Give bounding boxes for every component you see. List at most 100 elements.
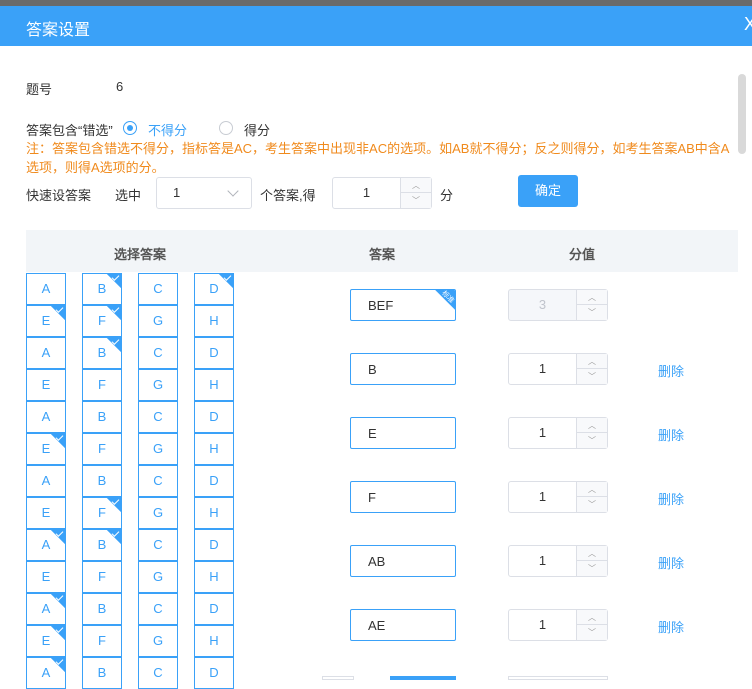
radio-no-score-label[interactable]: 不得分 xyxy=(148,120,187,139)
increment-icon[interactable]: ︿ xyxy=(576,482,607,497)
delete-link[interactable]: 删除 xyxy=(658,425,684,444)
option-h-button[interactable]: H xyxy=(194,433,234,465)
option-g-button[interactable]: G xyxy=(138,497,178,529)
option-c-button[interactable]: C xyxy=(138,657,178,689)
option-g-button[interactable]: G xyxy=(138,561,178,593)
option-c-button[interactable]: C xyxy=(138,273,178,305)
option-h-button[interactable]: H xyxy=(194,305,234,337)
option-a-button[interactable]: A xyxy=(26,337,66,369)
option-e-button[interactable]: E xyxy=(26,433,66,465)
confirm-button[interactable]: 确定 xyxy=(518,175,578,207)
option-f-button[interactable]: F xyxy=(82,625,122,657)
option-f-button[interactable]: F xyxy=(82,497,122,529)
option-d-button[interactable]: D xyxy=(194,465,234,497)
answer-count-select[interactable]: 1 xyxy=(156,177,252,209)
pagination-active-fragment xyxy=(390,676,456,680)
option-g-button[interactable]: G xyxy=(138,305,178,337)
decrement-icon[interactable]: ﹀ xyxy=(576,369,607,384)
radio-no-score[interactable] xyxy=(123,121,137,135)
increment-icon[interactable]: ︿ xyxy=(576,354,607,369)
option-c-button[interactable]: C xyxy=(138,337,178,369)
close-icon[interactable]: X xyxy=(744,14,752,35)
score-stepper: 3 ︿ ﹀ xyxy=(508,289,608,321)
option-f-button[interactable]: F xyxy=(82,305,122,337)
option-g-button[interactable]: G xyxy=(138,433,178,465)
option-a-button[interactable]: A xyxy=(26,273,66,305)
increment-icon[interactable]: ︿ xyxy=(576,418,607,433)
option-f-button[interactable]: F xyxy=(82,561,122,593)
option-a-button[interactable]: A xyxy=(26,593,66,625)
option-c-button[interactable]: C xyxy=(138,401,178,433)
option-f-button[interactable]: F xyxy=(82,433,122,465)
decrement-icon[interactable]: ﹀ xyxy=(400,193,431,208)
option-b-button[interactable]: B xyxy=(82,337,122,369)
option-b-button[interactable]: B xyxy=(82,273,122,305)
option-g-button[interactable]: G xyxy=(138,369,178,401)
delete-link[interactable]: 删除 xyxy=(658,489,684,508)
option-b-button[interactable]: B xyxy=(82,465,122,497)
answer-field[interactable]: B xyxy=(350,353,456,385)
increment-icon[interactable]: ︿ xyxy=(576,290,607,305)
option-f-button[interactable]: F xyxy=(82,369,122,401)
answer-field[interactable]: E xyxy=(350,417,456,449)
delete-link[interactable]: 删除 xyxy=(658,553,684,572)
score-stepper[interactable]: 1 ︿ ﹀ xyxy=(508,481,608,513)
option-h-button[interactable]: H xyxy=(194,561,234,593)
decrement-icon[interactable]: ﹀ xyxy=(576,561,607,576)
delete-link[interactable]: 删除 xyxy=(658,617,684,636)
score-stepper[interactable]: 1 ︿ ﹀ xyxy=(508,609,608,641)
scrollbar-thumb[interactable] xyxy=(738,74,746,154)
increment-icon[interactable]: ︿ xyxy=(576,610,607,625)
option-a-button[interactable]: A xyxy=(26,657,66,689)
radio-score-label[interactable]: 得分 xyxy=(244,120,270,139)
option-d-button[interactable]: D xyxy=(194,273,234,305)
option-b-button[interactable]: B xyxy=(82,657,122,689)
option-g-button[interactable]: G xyxy=(138,625,178,657)
option-d-button[interactable]: D xyxy=(194,337,234,369)
answer-value: BEF xyxy=(368,298,394,313)
answer-count-value: 1 xyxy=(173,185,181,200)
score-stepper[interactable]: 1 ︿ ﹀ xyxy=(508,417,608,449)
score-value: 3 xyxy=(538,297,547,312)
answer-field[interactable]: BEF 标准 xyxy=(350,289,456,321)
dialog-header: 答案设置 X xyxy=(0,6,752,46)
decrement-icon[interactable]: ﹀ xyxy=(576,305,607,320)
option-a-button[interactable]: A xyxy=(26,401,66,433)
option-d-button[interactable]: D xyxy=(194,593,234,625)
increment-icon[interactable]: ︿ xyxy=(576,546,607,561)
option-d-button[interactable]: D xyxy=(194,657,234,689)
chevron-down-icon xyxy=(227,185,239,197)
pagination-fragment xyxy=(322,676,354,680)
answer-field[interactable]: AB xyxy=(350,545,456,577)
option-c-button[interactable]: C xyxy=(138,465,178,497)
option-e-button[interactable]: E xyxy=(26,625,66,657)
option-c-button[interactable]: C xyxy=(138,529,178,561)
option-h-button[interactable]: H xyxy=(194,369,234,401)
score-stepper[interactable]: 1 ︿ ﹀ xyxy=(508,545,608,577)
decrement-icon[interactable]: ﹀ xyxy=(576,625,607,640)
option-h-button[interactable]: H xyxy=(194,497,234,529)
option-b-button[interactable]: B xyxy=(82,529,122,561)
quick-score-stepper[interactable]: 1 ︿ ﹀ xyxy=(332,177,432,209)
option-a-button[interactable]: A xyxy=(26,529,66,561)
option-b-button[interactable]: B xyxy=(82,401,122,433)
option-a-button[interactable]: A xyxy=(26,465,66,497)
option-e-button[interactable]: E xyxy=(26,497,66,529)
score-stepper[interactable]: 1 ︿ ﹀ xyxy=(508,353,608,385)
option-e-button[interactable]: E xyxy=(26,369,66,401)
option-b-button[interactable]: B xyxy=(82,593,122,625)
answer-field[interactable]: F xyxy=(350,481,456,513)
delete-link[interactable]: 删除 xyxy=(658,361,684,380)
option-d-button[interactable]: D xyxy=(194,401,234,433)
score-value: 1 xyxy=(538,617,547,632)
option-c-button[interactable]: C xyxy=(138,593,178,625)
radio-score[interactable] xyxy=(219,121,233,135)
increment-icon[interactable]: ︿ xyxy=(400,178,431,193)
decrement-icon[interactable]: ﹀ xyxy=(576,433,607,448)
option-d-button[interactable]: D xyxy=(194,529,234,561)
answer-field[interactable]: AE xyxy=(350,609,456,641)
option-e-button[interactable]: E xyxy=(26,305,66,337)
option-e-button[interactable]: E xyxy=(26,561,66,593)
option-h-button[interactable]: H xyxy=(194,625,234,657)
decrement-icon[interactable]: ﹀ xyxy=(576,497,607,512)
